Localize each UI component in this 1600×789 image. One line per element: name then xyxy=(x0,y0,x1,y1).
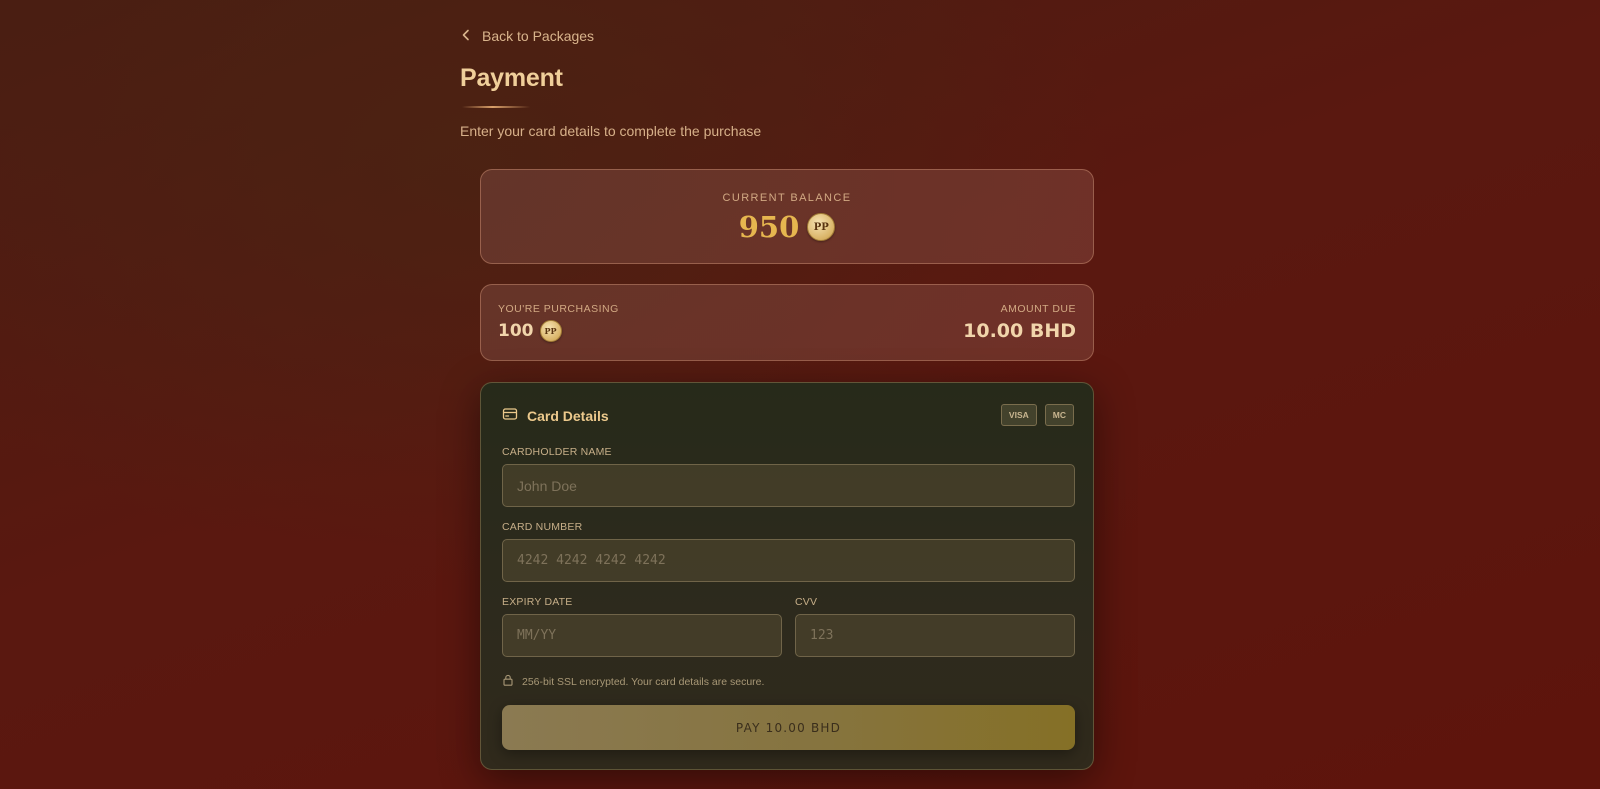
pp-coin-icon: PP xyxy=(807,213,836,241)
page-subtitle: Enter your card details to complete the … xyxy=(460,123,762,139)
security-note-text: 256-bit SSL encrypted. Your card details… xyxy=(522,675,765,688)
card-brands: VISA MC xyxy=(1000,404,1074,426)
chevron-left-icon xyxy=(460,28,472,44)
purchasing-amount: 100 xyxy=(498,321,534,341)
cardholder-name-label: CARDHOLDER NAME xyxy=(502,446,612,458)
cardholder-name-input[interactable] xyxy=(502,464,1075,507)
visa-badge: VISA xyxy=(1000,404,1037,426)
expiry-date-input[interactable] xyxy=(502,614,782,657)
page-title: Payment xyxy=(460,64,563,92)
purchasing-label: YOU'RE PURCHASING xyxy=(498,303,619,315)
pp-coin-icon: PP xyxy=(539,320,562,342)
card-details-title: Card Details xyxy=(527,407,609,424)
purchase-summary-card: YOU'RE PURCHASING 100 PP AMOUNT DUE 10.0… xyxy=(480,284,1094,361)
amount-due-label: AMOUNT DUE xyxy=(1000,303,1076,315)
current-balance-card: CURRENT BALANCE 950 PP xyxy=(480,169,1094,264)
lock-icon xyxy=(502,674,514,689)
cvv-label: CVV xyxy=(795,596,818,608)
card-number-label: CARD NUMBER xyxy=(502,521,583,533)
balance-label: CURRENT BALANCE xyxy=(722,192,852,204)
balance-amount: 950 xyxy=(738,210,800,244)
card-details-form: Card Details VISA MC CARDHOLDER NAME CAR… xyxy=(480,382,1094,770)
back-to-packages-link[interactable]: Back to Packages xyxy=(460,26,594,46)
back-link-label: Back to Packages xyxy=(482,28,595,44)
mastercard-badge: MC xyxy=(1044,404,1074,426)
amount-due-value: 10.00 BHD xyxy=(963,320,1076,342)
card-details-header: Card Details xyxy=(502,406,609,425)
expiry-date-label: EXPIRY DATE xyxy=(502,596,573,608)
title-underline xyxy=(462,106,530,108)
security-note: 256-bit SSL encrypted. Your card details… xyxy=(502,674,764,689)
credit-card-icon xyxy=(502,406,518,425)
cvv-input[interactable] xyxy=(795,614,1075,657)
pay-button[interactable]: PAY 10.00 BHD xyxy=(502,705,1075,750)
card-number-input[interactable] xyxy=(502,539,1075,582)
